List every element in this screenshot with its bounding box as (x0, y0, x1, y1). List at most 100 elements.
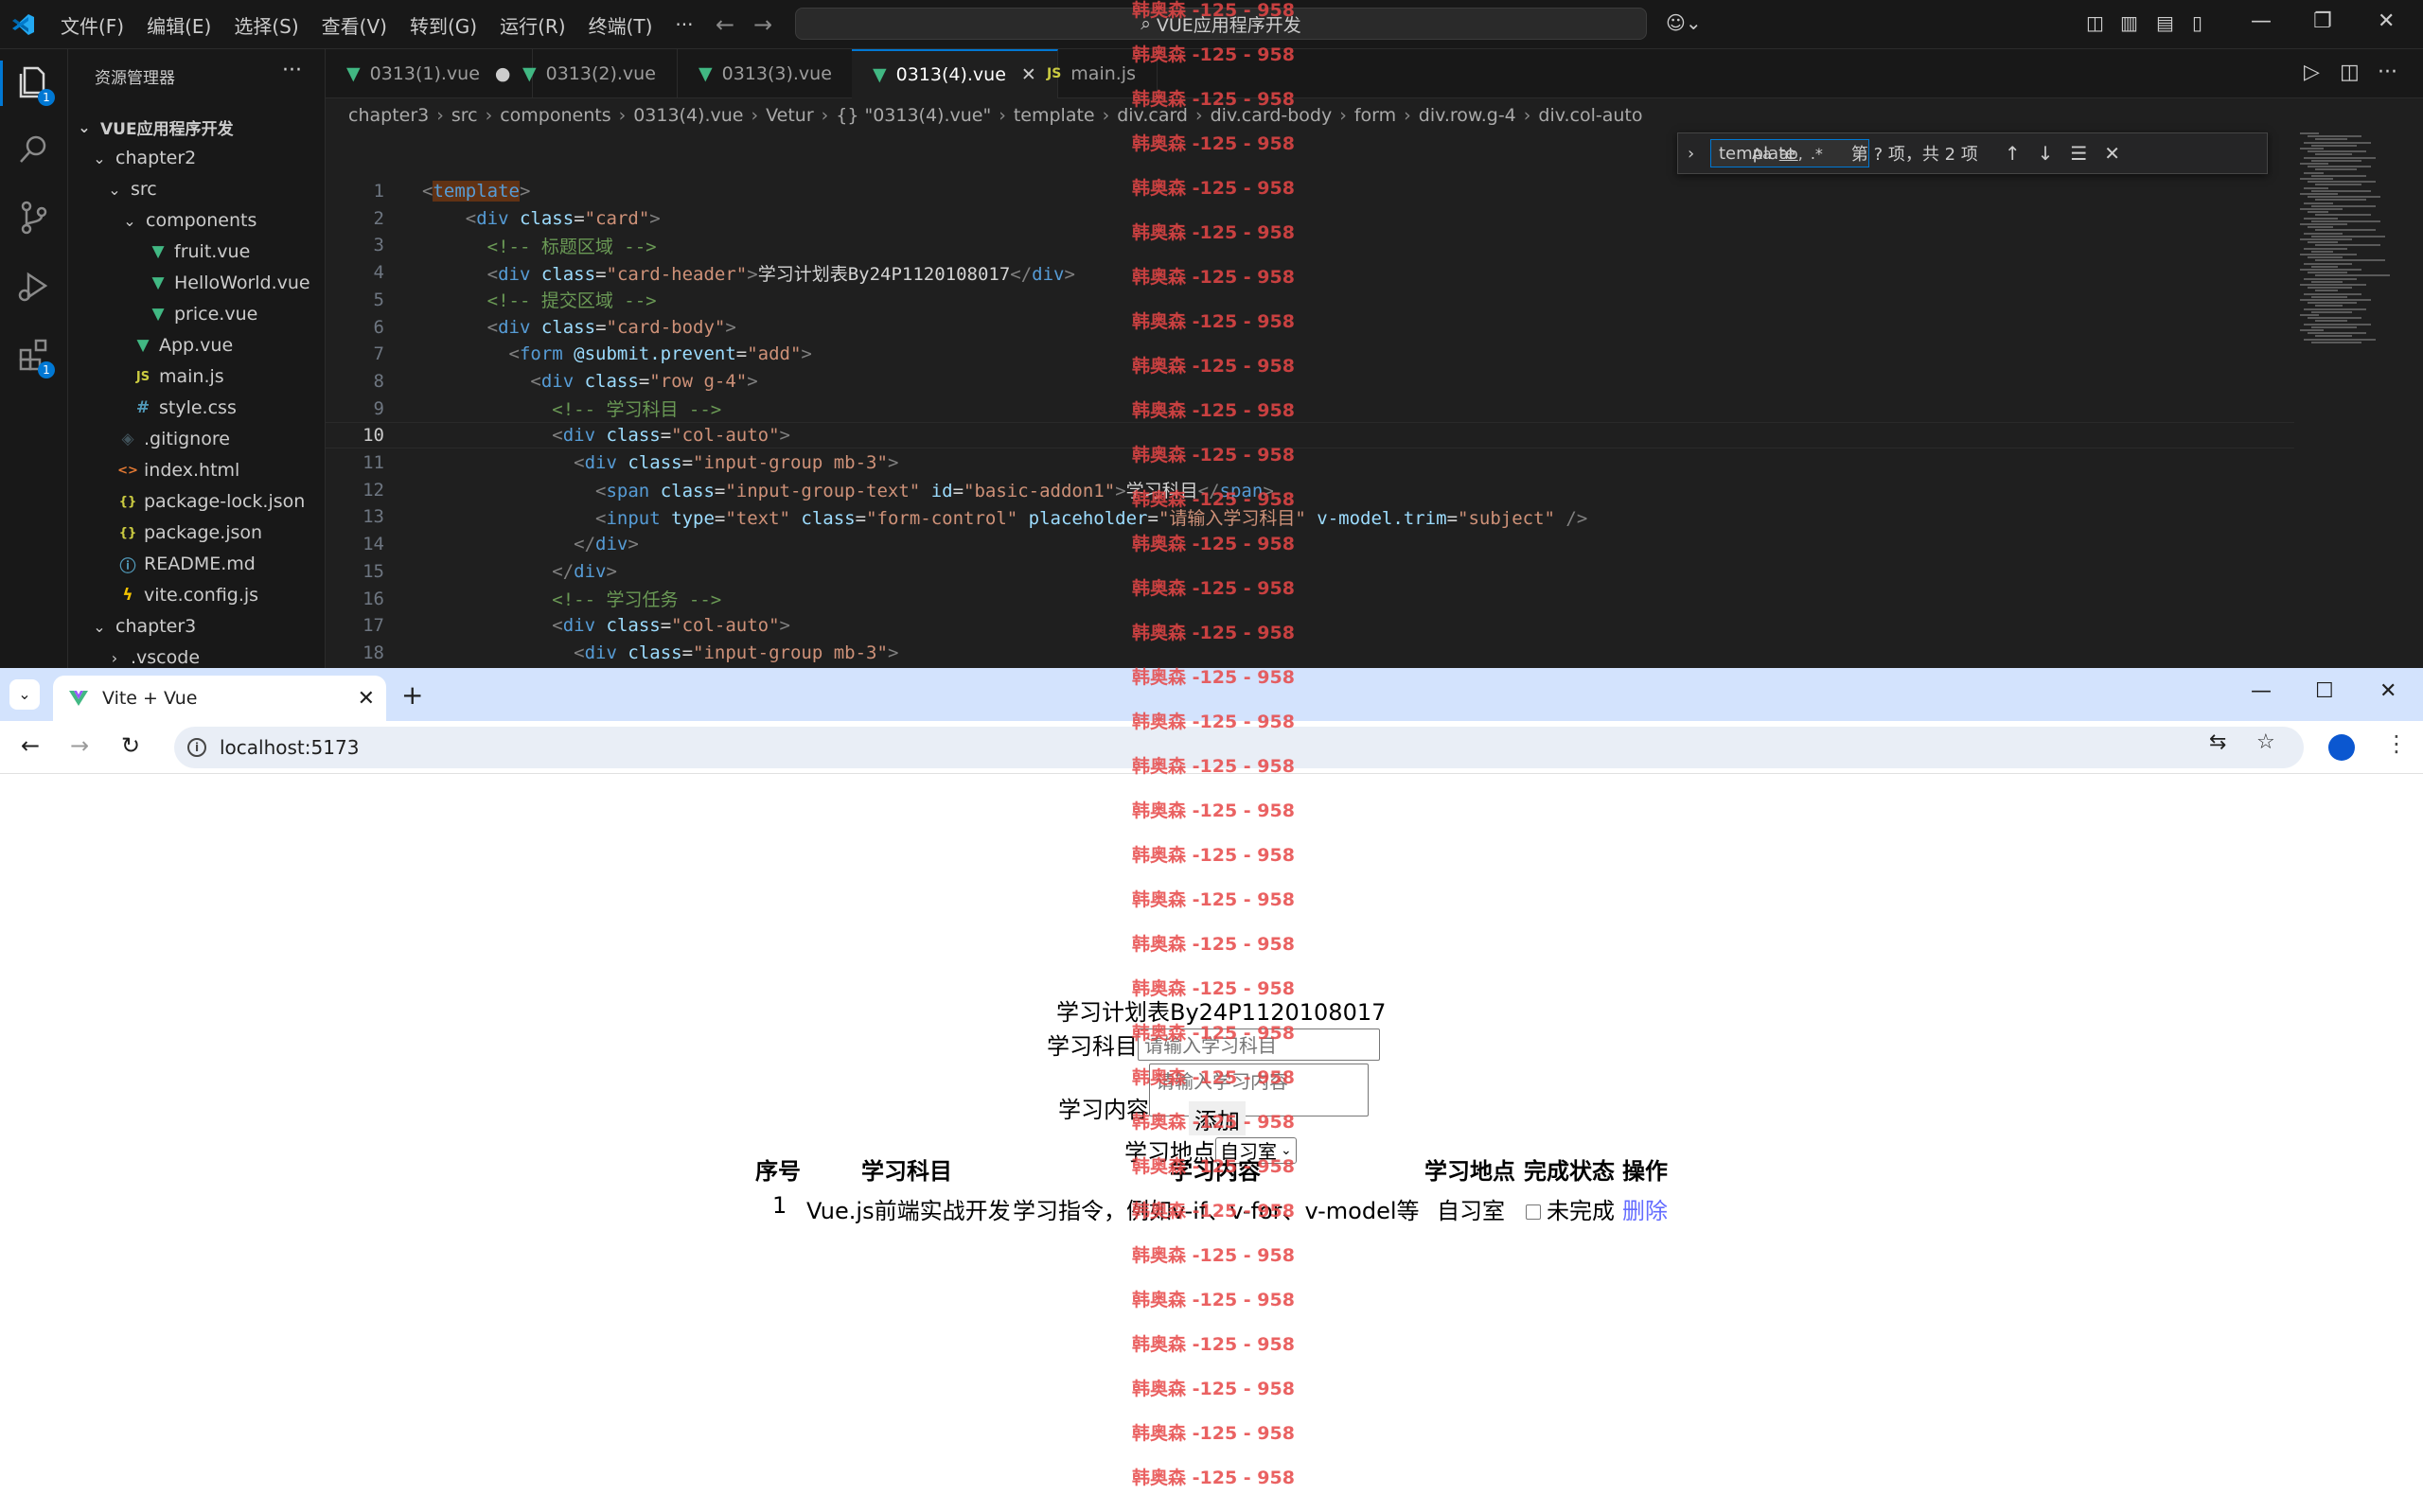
toggle-sidebar-icon[interactable]: ▥ (2120, 11, 2138, 34)
subject-input[interactable]: 请输入学习科目 (1138, 1028, 1380, 1061)
match-word-icon[interactable]: ab, (1779, 145, 1803, 163)
code-line[interactable]: 5 <!-- 提交区域 --> (326, 287, 2294, 313)
code-line[interactable]: 11 <div class="input-group mb-3"> (326, 449, 2294, 476)
restore-icon[interactable]: ❐ (2313, 9, 2332, 33)
menu-item[interactable]: ··· (675, 13, 693, 36)
close-find-icon[interactable]: ✕ (2104, 142, 2120, 165)
code-line[interactable]: 15 </div> (326, 558, 2294, 585)
tab-03133vue[interactable]: ▼ 0313(3).vue (678, 49, 854, 98)
code-line[interactable]: 14 </div> (326, 531, 2294, 557)
menu-item[interactable]: 查看(V) (322, 11, 387, 39)
tree-item[interactable]: ⌄ components (68, 205, 326, 236)
menu-item[interactable]: 终端(T) (589, 11, 653, 39)
tree-item[interactable]: ◈ .gitignore (68, 424, 326, 454)
tree-item[interactable]: ▼ App.vue (68, 330, 326, 360)
bookmark-star-icon[interactable]: ☆ (2256, 730, 2275, 754)
address-bar[interactable]: i localhost:5173 (174, 727, 2304, 768)
translate-icon[interactable]: ⇆ (2209, 730, 2226, 754)
site-info-icon[interactable]: i (187, 738, 206, 757)
copilot-icon[interactable]: ☺⌄ (1666, 11, 1702, 34)
breadcrumb-item[interactable]: 0313(4).vue (633, 105, 743, 126)
nav-back-icon[interactable]: ← (716, 11, 734, 38)
back-icon[interactable]: ← (21, 732, 40, 759)
code-line[interactable]: 8 <div class="row g-4"> (326, 368, 2294, 395)
more-actions-icon[interactable]: ··· (282, 59, 302, 82)
search-sidebar-icon[interactable] (15, 131, 53, 168)
tree-item[interactable]: {} package-lock.json (68, 486, 326, 517)
forward-icon[interactable]: → (70, 732, 89, 759)
breadcrumb-item[interactable]: chapter3 (348, 105, 429, 126)
breadcrumb-item[interactable]: div.card (1117, 105, 1188, 126)
tree-item[interactable]: # style.css (68, 393, 326, 423)
code-line[interactable]: 6 <div class="card-body"> (326, 314, 2294, 341)
run-icon[interactable]: ▷ (2304, 61, 2320, 84)
toggle-replace-icon[interactable]: › (1688, 144, 1694, 164)
minimize-icon[interactable]: — (2251, 9, 2272, 33)
code-editor[interactable]: 1 <template> 2 <div class="card"> 3 <!-- 标题… (326, 132, 2423, 668)
tree-item[interactable]: ⌄ VUE应用程序开发 (68, 112, 326, 142)
source-control-icon[interactable] (15, 199, 53, 237)
tree-item[interactable]: ▼ fruit.vue (68, 237, 326, 267)
menu-item[interactable]: 选择(S) (234, 11, 298, 39)
close-tab-icon[interactable]: ✕ (358, 687, 375, 711)
tree-item[interactable]: ▼ price.vue (68, 299, 326, 329)
code-line[interactable]: 17 <div class="col-auto"> (326, 612, 2294, 639)
toggle-panel-icon[interactable]: ▤ (2156, 11, 2174, 34)
code-line[interactable]: 7 <form @submit.prevent="add"> (326, 341, 2294, 367)
tree-item[interactable]: ⌄ chapter2 (68, 143, 326, 173)
tree-item[interactable]: ⌄ src (68, 174, 326, 204)
tree-item[interactable]: {} package.json (68, 518, 326, 548)
tree-item[interactable]: › .vscode (68, 642, 326, 668)
tab-03132vue[interactable]: ▼ 0313(2).vue (502, 49, 678, 98)
browser-tab[interactable]: Vite + Vue ✕ (53, 676, 386, 721)
match-case-icon[interactable]: Aa (1752, 145, 1772, 163)
find-in-selection-icon[interactable]: ☰ (2070, 142, 2087, 165)
layout-customize-icon[interactable]: ◫ (2086, 11, 2104, 34)
status-checkbox[interactable] (1526, 1204, 1541, 1220)
menu-item[interactable]: 运行(R) (500, 11, 566, 39)
code-line[interactable]: 3 <!-- 标题区域 --> (326, 232, 2294, 258)
code-line[interactable]: 2 <div class="card"> (326, 205, 2294, 232)
code-line[interactable]: 4 <div class="card-header">学习计划表By24P112… (326, 259, 2294, 286)
regex-icon[interactable]: .* (1811, 145, 1823, 163)
breadcrumb-item[interactable]: form (1354, 105, 1396, 126)
tab-mainjs[interactable]: JS main.js (1026, 49, 1158, 98)
maximize-icon[interactable]: ☐ (2315, 679, 2334, 703)
reload-icon[interactable]: ↻ (121, 732, 140, 759)
new-tab-icon[interactable]: + (401, 679, 423, 711)
tab-search-icon[interactable]: ⌄ (9, 679, 40, 710)
code-line[interactable]: 18 <div class="input-group mb-3"> (326, 640, 2294, 666)
breadcrumb-item[interactable]: div.card-body (1211, 105, 1333, 126)
breadcrumb-item[interactable]: div.col-auto (1538, 105, 1642, 126)
previous-match-icon[interactable]: ↑ (2005, 142, 2021, 165)
code-line[interactable]: 13 <input type="text" class="form-contro… (326, 503, 2294, 530)
content-textarea[interactable]: 请输入学习内容 (1149, 1064, 1369, 1116)
minimize-icon[interactable]: — (2251, 679, 2272, 703)
split-editor-icon[interactable]: ◫ (2340, 61, 2360, 84)
tree-item[interactable]: ▼ HelloWorld.vue (68, 268, 326, 298)
minimap[interactable] (2296, 132, 2414, 360)
code-line[interactable]: 9 <!-- 学习科目 --> (326, 396, 2294, 422)
delete-link[interactable]: 删除 (1622, 1192, 1668, 1225)
menu-item[interactable]: 转到(G) (410, 11, 477, 39)
breadcrumb-item[interactable]: {} "0313(4).vue" (836, 105, 991, 126)
code-line[interactable]: 1 <template> (326, 178, 2294, 204)
menu-item[interactable]: 文件(F) (61, 11, 124, 39)
profile-avatar-icon[interactable] (2328, 734, 2355, 761)
chrome-menu-icon[interactable]: ⋮ (2385, 730, 2408, 757)
command-center[interactable]: ⌕ VUE应用程序开发 (795, 8, 1647, 40)
add-button[interactable]: 添加 (1189, 1101, 1246, 1135)
run-debug-icon[interactable] (15, 267, 53, 305)
toggle-secondary-sidebar-icon[interactable]: ▯ (2192, 11, 2202, 34)
code-line[interactable]: 16 <!-- 学习任务 --> (326, 586, 2294, 612)
menu-item[interactable]: 编辑(E) (147, 11, 211, 39)
tree-item[interactable]: <> index.html (68, 455, 326, 485)
breadcrumb-item[interactable]: components (500, 105, 610, 126)
more-actions-icon[interactable]: ··· (2378, 61, 2397, 84)
code-line[interactable]: 12 <span class="input-group-text" id="ba… (326, 477, 2294, 503)
nav-forward-icon[interactable]: → (753, 11, 772, 38)
breadcrumb-item[interactable]: src (451, 105, 478, 126)
tree-item[interactable]: ϟ vite.config.js (68, 580, 326, 610)
tree-item[interactable]: ⓘ README.md (68, 549, 326, 579)
breadcrumb-item[interactable]: template (1014, 105, 1095, 126)
